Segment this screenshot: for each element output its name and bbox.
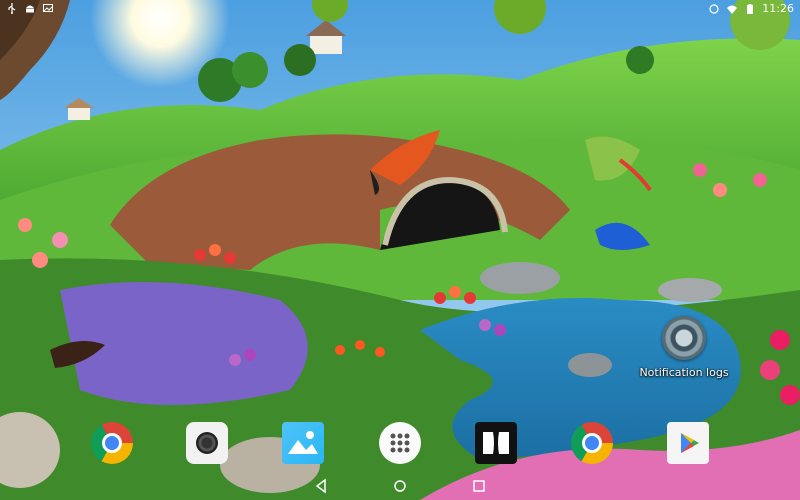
navigation-bar: [0, 472, 800, 500]
camera-icon[interactable]: [186, 422, 228, 464]
play-store-glyph-icon: [681, 433, 699, 453]
android-icon: [26, 5, 34, 13]
status-bar-left: [6, 2, 54, 14]
battery-icon: [747, 3, 754, 14]
notification-logs-icon[interactable]: [662, 316, 706, 360]
chrome-icon[interactable]: [571, 422, 613, 464]
dolby-icon[interactable]: [475, 422, 517, 464]
status-time: 11:26: [762, 2, 794, 15]
app-drawer-dots-icon: [390, 433, 410, 453]
usb-icon: [8, 3, 16, 14]
gallery-glyph-icon: [288, 431, 318, 454]
play-store-icon[interactable]: [667, 422, 709, 464]
back-icon[interactable]: [312, 477, 330, 495]
sync-icon: [709, 3, 719, 14]
app-dock: [0, 420, 800, 468]
gallery-icon[interactable]: [282, 422, 324, 464]
app-drawer-icon[interactable]: [379, 422, 421, 464]
home-icon[interactable]: [391, 477, 409, 495]
dolby-glyph-icon: [483, 432, 509, 454]
wifi-icon: [727, 5, 738, 14]
recents-icon[interactable]: [470, 477, 488, 495]
notification-logs-shortcut[interactable]: Notification logs: [636, 316, 732, 379]
notification-logs-label: Notification logs: [639, 366, 729, 379]
status-bar: 11:26: [0, 0, 800, 18]
image-icon: [43, 4, 53, 12]
chrome-icon[interactable]: [91, 422, 133, 464]
status-bar-right: 11:26: [708, 2, 794, 15]
